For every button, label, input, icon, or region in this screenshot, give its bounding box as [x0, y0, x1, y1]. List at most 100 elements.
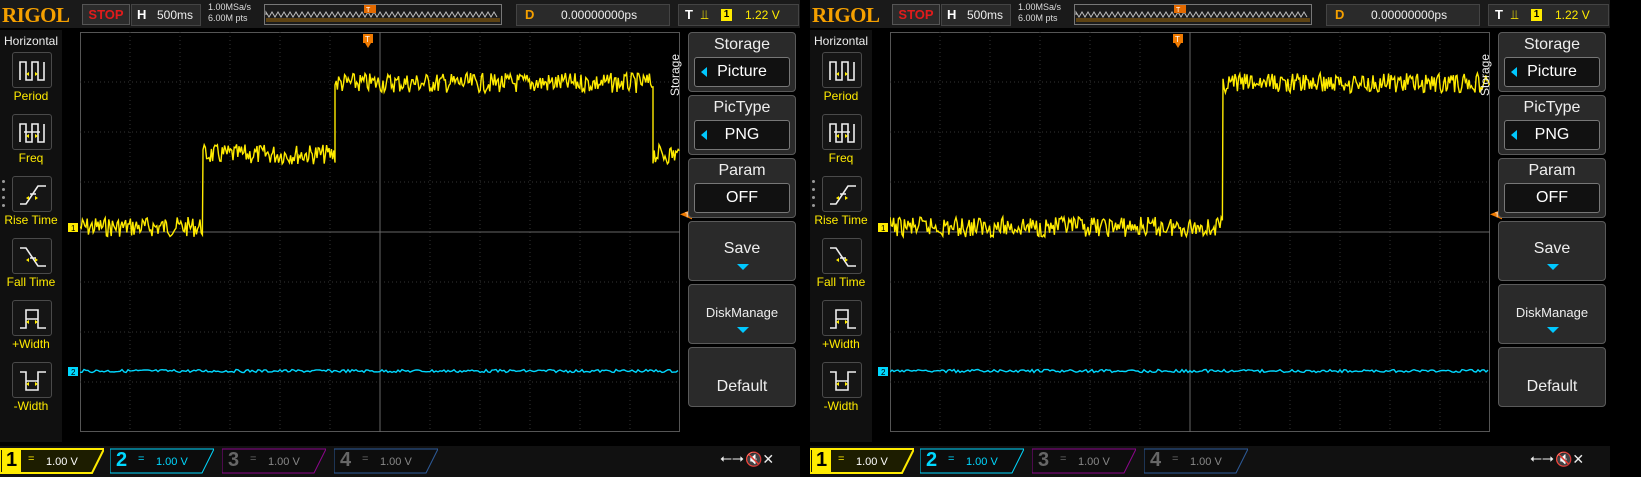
submenu-arrow-icon — [1547, 264, 1559, 270]
measure-item-label: -Width — [13, 399, 49, 413]
measure-item-label: Freq — [18, 151, 44, 165]
speaker-mute-icon: 🔇✕ — [1555, 451, 1585, 467]
channel-4-box[interactable]: 4 = 1.00 V — [334, 448, 438, 474]
channel-1-box[interactable]: 1 = 1.00 V — [810, 448, 914, 474]
softkey-title: Param — [718, 162, 766, 179]
trigger-readout[interactable]: T ⫫ 1 1.22 V — [678, 4, 799, 26]
channel-number: 4 — [340, 449, 352, 471]
dc-coupling-icon: = — [28, 453, 35, 465]
run-stop-status[interactable]: STOP — [892, 4, 940, 25]
softkey-default[interactable]: Default — [1498, 347, 1606, 407]
softkey-storage[interactable]: Storage Picture — [688, 32, 796, 92]
usb-icon: ⭠⭢ — [1530, 450, 1555, 467]
rise-time-icon — [822, 176, 862, 212]
softkey-title: Default — [1526, 378, 1578, 395]
softkey-value-box: Picture — [694, 57, 790, 87]
measure-item[interactable]: -Width — [810, 362, 872, 422]
sample-rate: 1.00MSa/s — [1018, 2, 1062, 12]
horizontal-measure-menu: Horizontal Period Freq Rise Time Fall Time +… — [0, 30, 62, 442]
channel-3-box[interactable]: 3 = 1.00 V — [1032, 448, 1136, 474]
softkey-value: OFF — [1536, 189, 1568, 206]
channel-number: 2 — [926, 449, 938, 471]
memory-overview-strip: T — [1074, 4, 1312, 25]
channel-number: 2 — [116, 449, 128, 471]
delay-value: 0.00000000ps — [1371, 8, 1448, 22]
dc-coupling-icon: = — [1172, 453, 1179, 465]
period-icon — [822, 52, 862, 88]
waveform-grid — [80, 32, 680, 432]
softkey-pictype[interactable]: PicType PNG — [688, 95, 796, 155]
memory-overview-wave: T — [1075, 4, 1310, 22]
svg-text:1: 1 — [881, 224, 886, 233]
trigger-readout[interactable]: T ⫫ 1 1.22 V — [1488, 4, 1609, 26]
menu-title: Horizontal — [3, 34, 59, 48]
softkey-default[interactable]: Default — [688, 347, 796, 407]
channel-scale: 1.00 V — [1078, 456, 1110, 468]
sample-info: 1.00MSa/s 6.00M pts — [1018, 2, 1061, 24]
measure-item[interactable]: Freq — [810, 114, 872, 174]
softkey-param[interactable]: Param OFF — [1498, 158, 1606, 218]
channel-status-bar: ⭠⭢ 🔇✕ 1 = 1.00 V 2 = 1.00 V 3 = 1.00 V 4 = 1.00 V — [810, 446, 1610, 477]
measure-item[interactable]: -Width — [0, 362, 62, 422]
softkey-title: Storage — [1523, 36, 1581, 53]
softkey-diskmanage[interactable]: DiskManage — [1498, 284, 1606, 344]
channel-2-offset-marker: 2 — [68, 367, 78, 377]
channel-2-box[interactable]: 2 = 1.00 V — [110, 448, 214, 474]
softkey-param[interactable]: Param OFF — [688, 158, 796, 218]
svg-text:1: 1 — [71, 224, 76, 233]
softkey-title: Save — [723, 240, 761, 257]
dc-coupling-icon: = — [1060, 453, 1067, 465]
measure-item[interactable]: Rise Time — [0, 176, 62, 236]
softkey-value: OFF — [726, 189, 758, 206]
channel-2-box[interactable]: 2 = 1.00 V — [920, 448, 1024, 474]
period-icon — [12, 52, 52, 88]
delay-readout[interactable]: D 0.00000000ps — [516, 4, 670, 26]
horizontal-timebase[interactable]: H 500ms — [131, 4, 201, 26]
left-arrow-icon — [701, 130, 707, 140]
rise-time-icon — [12, 176, 52, 212]
measure-item-label: -Width — [823, 399, 859, 413]
channel-status-bar: ⭠⭢ 🔇✕ 1 = 1.00 V 2 = 1.00 V 3 = 1.00 V 4 = 1.00 V — [0, 446, 800, 477]
channel-scale: 1.00 V — [856, 456, 888, 468]
storage-menu: Storage Storage Picture PicType PNG Param OFF… — [1478, 32, 1606, 442]
fall-time-icon — [822, 238, 862, 274]
measure-item-label: Period — [823, 89, 859, 103]
channel-2-offset-marker: 2 — [878, 367, 888, 377]
svg-text:T: T — [366, 7, 371, 14]
softkey-save[interactable]: Save — [1498, 221, 1606, 281]
measure-item[interactable]: Period — [810, 52, 872, 112]
horizontal-timebase[interactable]: H 500ms — [941, 4, 1011, 26]
dc-coupling-icon: = — [138, 453, 145, 465]
measure-item[interactable]: Fall Time — [810, 238, 872, 298]
channel-2-trace — [890, 368, 1489, 374]
storage-menu-tab: Storage — [1477, 38, 1493, 118]
softkey-diskmanage[interactable]: DiskManage — [688, 284, 796, 344]
svg-text:T: T — [1176, 7, 1181, 14]
horizontal-label: H — [947, 7, 957, 22]
measure-item[interactable]: Freq — [0, 114, 62, 174]
channel-1-box[interactable]: 1 = 1.00 V — [0, 448, 104, 474]
measure-item[interactable]: Rise Time — [810, 176, 872, 236]
freq-icon — [12, 114, 52, 150]
measure-item[interactable]: +Width — [810, 300, 872, 360]
run-stop-status[interactable]: STOP — [82, 4, 130, 25]
delay-readout[interactable]: D 0.00000000ps — [1326, 4, 1480, 26]
memory-depth: 6.00M pts — [1018, 13, 1058, 23]
channel-number: 1 — [2, 449, 22, 472]
storage-tab-label: Storage — [668, 53, 682, 97]
softkey-storage[interactable]: Storage Picture — [1498, 32, 1606, 92]
channel-2-trace — [80, 368, 679, 374]
measure-item[interactable]: +Width — [0, 300, 62, 360]
measure-item[interactable]: Period — [0, 52, 62, 112]
measure-item-label: Freq — [828, 151, 854, 165]
softkey-pictype[interactable]: PicType PNG — [1498, 95, 1606, 155]
softkey-title: DiskManage — [1515, 305, 1589, 320]
softkey-value-box: OFF — [1504, 183, 1600, 213]
channel-3-box[interactable]: 3 = 1.00 V — [222, 448, 326, 474]
channel-number: 1 — [812, 449, 832, 472]
scope-screen: RIGOL STOP H 500ms 1.00MSa/s 6.00M pts T… — [810, 0, 1610, 477]
channel-4-box[interactable]: 4 = 1.00 V — [1144, 448, 1248, 474]
softkey-save[interactable]: Save — [688, 221, 796, 281]
channel-scale: 1.00 V — [1190, 456, 1222, 468]
measure-item[interactable]: Fall Time — [0, 238, 62, 298]
